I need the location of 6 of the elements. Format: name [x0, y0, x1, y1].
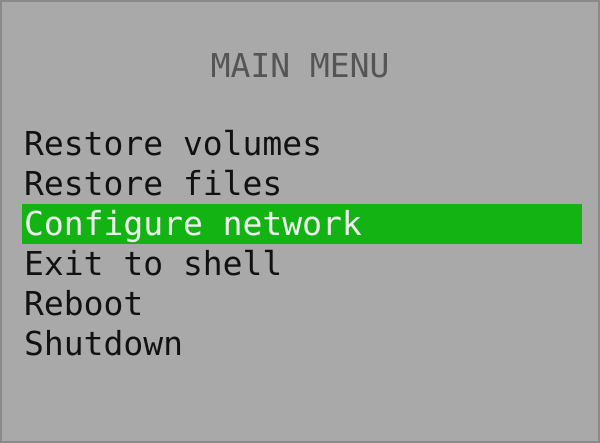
menu-item[interactable]: Exit to shell: [22, 244, 582, 284]
menu-title: MAIN MENU: [210, 45, 390, 87]
menu-item[interactable]: Shutdown: [22, 324, 582, 364]
menu-item[interactable]: Restore volumes: [22, 124, 582, 164]
menu-item[interactable]: Reboot: [22, 284, 582, 324]
menu-item[interactable]: Restore files: [22, 164, 582, 204]
